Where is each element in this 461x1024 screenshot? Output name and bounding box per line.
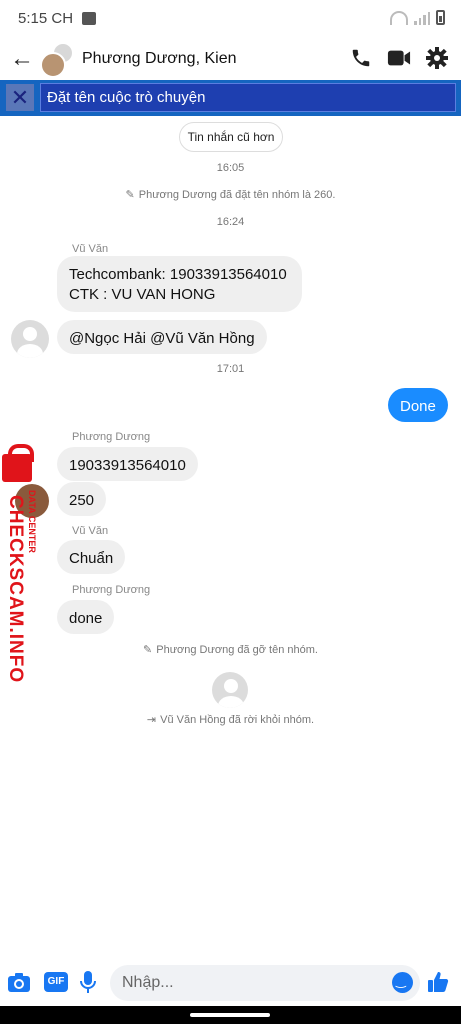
- message-input[interactable]: Nhập...: [110, 965, 420, 1001]
- timestamp: 16:05: [216, 162, 245, 174]
- outgoing-message-bubble[interactable]: Done: [388, 388, 448, 422]
- message-line: CTK : VU VAN HONG: [69, 286, 216, 303]
- message-line: Techcombank: 19033913564010: [69, 266, 287, 283]
- header-actions: [349, 46, 449, 70]
- older-messages-button[interactable]: Tin nhắn cũ hơn: [179, 122, 283, 152]
- system-message: ✎ Phương Dương đã gỡ tên nhóm.: [0, 643, 461, 656]
- system-message: ✎ Phương Dương đã đặt tên nhóm là 260.: [0, 188, 461, 201]
- video-call-icon[interactable]: [387, 46, 411, 70]
- avatar[interactable]: [11, 320, 49, 358]
- group-avatar[interactable]: [40, 42, 76, 78]
- conversation-header: ← Phương Dương, Kien: [0, 40, 461, 80]
- emoji-icon[interactable]: [392, 972, 413, 993]
- camera-icon[interactable]: [7, 970, 31, 994]
- system-message: ⇥ Vũ Văn Hồng đã rời khỏi nhóm.: [0, 713, 461, 726]
- sender-name: Vũ Văn: [72, 243, 109, 255]
- rename-conversation-bar: ✕ Đặt tên cuộc trò chuyện: [0, 80, 461, 116]
- sender-name: Phương Dương: [72, 584, 151, 596]
- checkscam-watermark: CHECKSCAM.INFO DATA CENTER: [0, 444, 40, 684]
- message-composer: GIF Nhập...: [0, 960, 461, 1006]
- message-bubble[interactable]: Techcombank: 19033913564010 CTK : VU VAN…: [57, 256, 302, 312]
- avatar[interactable]: [212, 672, 248, 708]
- phone-call-icon[interactable]: [349, 46, 373, 70]
- signal-icon: [414, 11, 430, 25]
- message-bubble[interactable]: done: [57, 600, 115, 634]
- image-notification-icon: [82, 12, 96, 25]
- battery-icon: [436, 10, 445, 25]
- status-time: 5:15 CH: [18, 10, 74, 27]
- timestamp: 17:01: [216, 363, 245, 375]
- system-message-text: Phương Dương đã đặt tên nhóm là 260.: [138, 189, 336, 201]
- conversation-name-input[interactable]: Đặt tên cuộc trò chuyện: [40, 83, 456, 112]
- system-message-text: Vũ Văn Hồng đã rời khỏi nhóm.: [160, 714, 315, 726]
- lock-icon: [2, 444, 34, 482]
- avatar: [40, 52, 66, 78]
- message-bubble[interactable]: @Ngọc Hải @Vũ Văn Hồng: [57, 320, 267, 354]
- sender-name: Phương Dương: [72, 431, 151, 443]
- home-gesture-bar[interactable]: [190, 1013, 270, 1017]
- close-icon[interactable]: ✕: [6, 84, 34, 111]
- conversation-title[interactable]: Phương Dương, Kien: [82, 50, 236, 68]
- system-nav-bar: [0, 1006, 461, 1024]
- status-icons: [390, 10, 445, 25]
- microphone-icon[interactable]: [76, 970, 100, 994]
- watermark-subtext: DATA CENTER: [27, 490, 37, 553]
- gif-button[interactable]: GIF: [44, 972, 68, 992]
- leave-group-icon: ⇥: [146, 714, 157, 726]
- wifi-icon: [390, 10, 408, 25]
- pencil-icon: ✎: [125, 189, 135, 201]
- pencil-icon: ✎: [143, 644, 153, 656]
- status-bar: 5:15 CH: [0, 0, 461, 40]
- message-bubble[interactable]: 19033913564010: [57, 447, 198, 481]
- settings-gear-icon[interactable]: [425, 46, 449, 70]
- messenger-screen: 5:15 CH ← Phương Dương, Kien ✕ Đặt tên c…: [0, 0, 461, 1024]
- timestamp: 16:24: [216, 216, 245, 228]
- system-message-text: Phương Dương đã gỡ tên nhóm.: [156, 644, 318, 656]
- thumbs-up-icon[interactable]: [426, 970, 450, 994]
- watermark-text: CHECKSCAM.INFO: [5, 495, 26, 684]
- message-bubble[interactable]: 250: [57, 482, 107, 516]
- sender-name: Vũ Văn: [72, 525, 109, 537]
- back-arrow-icon[interactable]: ←: [10, 46, 36, 72]
- message-bubble[interactable]: Chuẩn: [57, 540, 126, 574]
